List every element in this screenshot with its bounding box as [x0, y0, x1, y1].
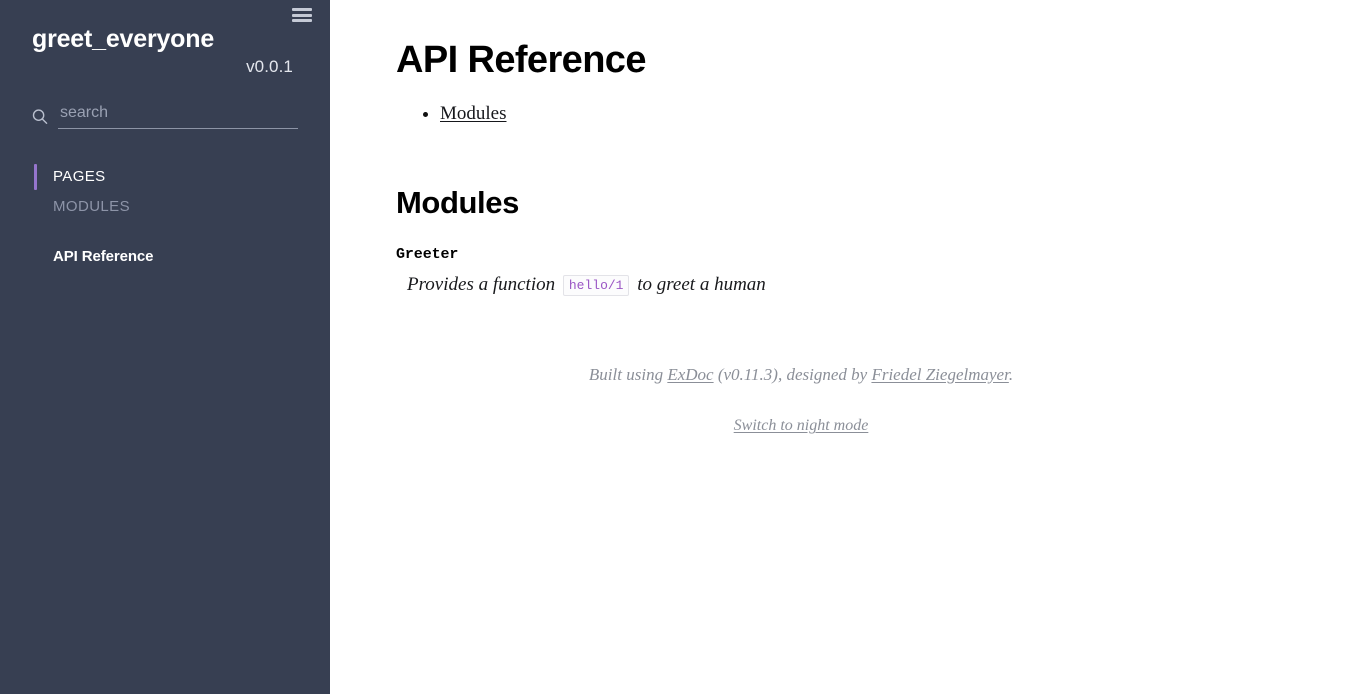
footer-credit: Built using ExDoc (v0.11.3), designed by…	[396, 362, 1206, 388]
sidebar-item-api-reference[interactable]: API Reference	[53, 244, 330, 270]
footer-version-text: (v0.11.3), designed by	[713, 364, 872, 384]
sidebar-header: greet_everyone v0.0.1	[0, 0, 330, 77]
main-content: API Reference Modules Modules Greeter Pr…	[330, 0, 1366, 694]
section-title-modules: Modules	[396, 185, 519, 221]
footer: Built using ExDoc (v0.11.3), designed by…	[396, 362, 1216, 388]
project-version: v0.0.1	[246, 56, 293, 76]
toc-link-modules[interactable]: Modules	[440, 103, 507, 124]
project-name[interactable]: greet_everyone	[32, 25, 298, 54]
night-mode-row: Switch to night mode	[396, 417, 1216, 435]
search-input[interactable]	[58, 102, 298, 129]
search-box	[32, 102, 298, 129]
footer-suffix: .	[1008, 364, 1014, 384]
hamburger-bar-1	[292, 8, 312, 11]
module-summary-before: Provides a function	[407, 274, 556, 296]
table-of-contents: Modules	[396, 100, 1216, 128]
sidebar-tab-modules-label: MODULES	[53, 198, 130, 215]
hamburger-icon[interactable]	[292, 7, 312, 23]
sidebar-tab-pages[interactable]: PAGES	[34, 163, 330, 190]
list-item: Modules	[440, 100, 1216, 128]
sidebar-tabs: PAGES MODULES	[0, 163, 330, 218]
exdoc-link[interactable]: ExDoc	[667, 365, 713, 384]
exdoc-page: greet_everyone v0.0.1 PAGES MODULES API …	[0, 0, 1366, 694]
switch-night-mode-link[interactable]: Switch to night mode	[734, 417, 869, 434]
inline-code-chip: hello/1	[562, 275, 630, 297]
hamburger-bar-3	[292, 19, 312, 22]
author-link[interactable]: Friedel Ziegelmayer	[871, 365, 1008, 384]
sidebar-tab-modules[interactable]: MODULES	[34, 196, 330, 218]
sidebar-page-list: API Reference	[0, 244, 330, 270]
module-summary-after: to greet a human	[637, 274, 766, 296]
search-icon	[32, 108, 48, 126]
module-summary: Provides a function hello/1 to greet a h…	[407, 271, 1216, 300]
sidebar-tab-pages-label: PAGES	[53, 168, 106, 185]
page-title: API Reference	[396, 39, 646, 81]
module-name[interactable]: Greeter	[396, 246, 1216, 264]
hamburger-bar-2	[292, 13, 312, 17]
footer-built-prefix: Built using	[588, 364, 668, 384]
module-entry-greeter: Greeter Provides a function hello/1 to g…	[396, 246, 1216, 300]
sidebar: greet_everyone v0.0.1 PAGES MODULES API …	[0, 0, 330, 694]
